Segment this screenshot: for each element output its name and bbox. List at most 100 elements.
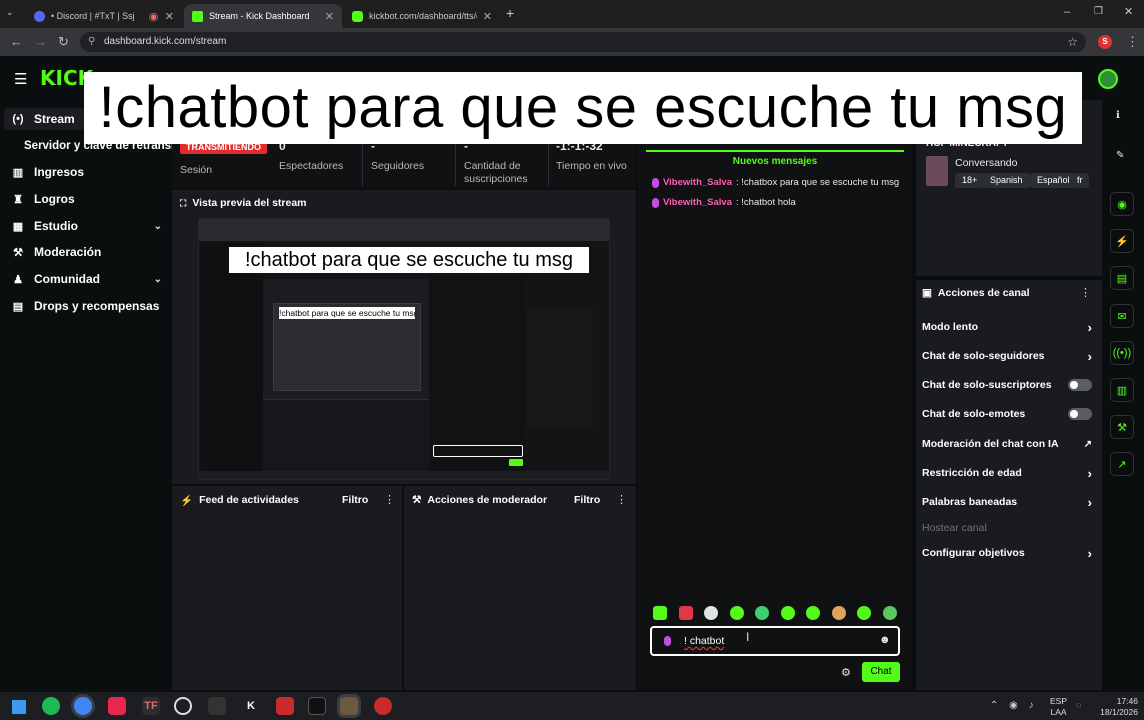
edit-pencil-icon[interactable]: ✎ [1116,150,1124,161]
clock[interactable]: 17:46 18/1/2026 [1098,696,1138,718]
preview-chat-input [433,445,523,457]
activity-more-icon[interactable]: ⋮ [384,493,395,506]
emote-icon[interactable] [883,606,897,620]
rail-flash-button[interactable]: ⚡ [1110,229,1134,253]
back-icon[interactable]: ← [10,33,23,51]
site-info-icon[interactable]: ⚲ [88,32,95,52]
chart-icon: ▥ [12,166,24,179]
tiktok-icon[interactable] [308,697,326,715]
emote-icon[interactable] [857,606,871,620]
tab-kick-dashboard[interactable]: Stream - Kick Dashboard ✕ [184,4,342,28]
action-subscribers-only[interactable]: Chat de solo-suscriptores [922,376,1092,394]
chrome-icon[interactable] [74,697,92,715]
channel-actions-more-icon[interactable]: ⋮ [1080,286,1091,299]
sidebar-item-logros[interactable]: ♜ Logros [12,189,162,209]
action-banned-words[interactable]: Palabras baneadas › [922,493,1092,511]
rail-notes-button[interactable]: ▤ [1110,266,1134,290]
close-window-icon[interactable]: ✕ [1124,5,1133,18]
sidebar-item-ingresos[interactable]: ▥ Ingresos [12,162,162,182]
forward-icon[interactable]: → [34,33,47,51]
action-age-restriction[interactable]: Restricción de edad › [922,464,1092,482]
chevron-down-icon: ⌄ [153,220,162,232]
close-tab-icon[interactable]: ✕ [483,10,492,23]
kick-app-icon[interactable]: K [242,697,260,715]
text-cursor-icon: I [746,630,750,644]
action-slow-mode[interactable]: Modo lento › [922,318,1092,336]
sidebar-item-comunidad[interactable]: ♟ Comunidad ⌄ [12,269,162,289]
emote-icon[interactable] [755,606,769,620]
chevron-right-icon: › [1087,348,1092,364]
chat-input[interactable]: ! chatbot I ☻ [650,626,900,656]
rail-camera-button[interactable]: ◉ [1110,192,1134,216]
subscribers-only-toggle[interactable] [1068,379,1092,391]
spotify-icon[interactable] [42,697,60,715]
stream-tag[interactable]: fr [1075,173,1089,188]
profile-avatar[interactable]: S [1098,35,1112,49]
emote-icon[interactable] [806,606,820,620]
action-ai-moderation[interactable]: Moderación del chat con IA ↗ [922,435,1092,453]
rail-chat-button[interactable]: ✉ [1110,304,1134,328]
action-emotes-only[interactable]: Chat de solo-emotes [922,405,1092,423]
new-tab-icon[interactable]: + [506,5,514,21]
keyboard-lang[interactable]: ESP LAA [1050,696,1067,718]
minecraft-icon[interactable] [340,697,358,715]
emote-icon[interactable] [704,606,718,620]
rail-wrench-button[interactable]: ⚒ [1110,415,1134,439]
action-followers-only[interactable]: Chat de solo-seguidores › [922,347,1092,365]
stream-tag[interactable]: 18+ [955,173,985,188]
preview-browser-bar [199,219,609,241]
sidebar-item-moderacion[interactable]: ⚒ Moderación [12,242,162,262]
mod-more-icon[interactable]: ⋮ [616,493,627,506]
kick-logo[interactable]: KICK [40,68,93,88]
emote-icon[interactable] [679,606,693,620]
info-icon[interactable]: ℹ [1116,110,1120,121]
recorder-icon[interactable] [374,697,392,715]
reload-icon[interactable]: ↻ [58,33,69,51]
hamburger-menu-icon[interactable]: ☰ [14,70,27,88]
stream-category[interactable]: Conversando [955,157,1017,169]
stream-preview-video[interactable]: !chatbot para que se escuche tu msg !cha… [198,218,610,480]
windows-start-icon[interactable] [12,700,26,714]
tab-discord[interactable]: • Discord | #TxT | Ssj ◉ ✕ [26,4,182,28]
epic-games-icon[interactable] [208,697,226,715]
rail-link-button[interactable]: ↗ [1110,452,1134,476]
studio-icon: ▦ [12,220,24,233]
obs-icon[interactable] [174,697,192,715]
network-icon[interactable]: ◌ [1076,700,1081,710]
emotes-only-toggle[interactable] [1068,408,1092,420]
emote-icon[interactable] [832,606,846,620]
rail-layout-button[interactable]: ▥ [1110,378,1134,402]
chat-send-button[interactable]: Chat [862,662,900,682]
app-icon[interactable] [276,697,294,715]
preview-sidebar [201,243,263,471]
address-bar[interactable]: ⚲ dashboard.kick.com/stream ☆ [80,32,1086,52]
tiktok-live-icon[interactable] [108,697,126,715]
tray-icons[interactable]: ⌃ ◉ ♪ [990,700,1038,711]
emoji-picker-icon[interactable]: ☻ [879,634,891,646]
maximize-window-icon[interactable]: ❐ [1094,6,1103,17]
tab-list-chevron-icon[interactable]: ⌄ [6,7,14,18]
tf-app-icon[interactable]: TF [142,697,160,715]
action-goals[interactable]: Configurar objetivos › [922,544,1092,562]
discord-favicon-icon [34,10,45,22]
mod-filter-button[interactable]: Filtro [574,494,600,506]
stream-tag[interactable]: Spanish [983,173,1030,188]
close-tab-icon[interactable]: ✕ [165,10,174,23]
tab-kickbot[interactable]: kickbot.com/dashboard/tts/co ✕ [344,4,500,28]
lightning-icon: ⚡ [180,495,194,507]
bookmark-star-icon[interactable]: ☆ [1067,32,1078,52]
rail-broadcast-button[interactable]: ((•)) [1110,341,1134,365]
minimize-window-icon[interactable]: – [1064,6,1070,18]
sidebar-item-estudio[interactable]: ▦ Estudio ⌄ [12,216,162,236]
sidebar-item-drops[interactable]: ▤ Drops y recompensas [12,296,172,316]
emote-icon[interactable] [781,606,795,620]
browser-menu-icon[interactable]: ⋮ [1126,33,1139,51]
stream-tag[interactable]: Español [1030,173,1077,188]
emote-icon[interactable] [653,606,667,620]
activity-filter-button[interactable]: Filtro [342,494,368,506]
chat-settings-icon[interactable]: ⚙ [841,666,851,679]
close-tab-icon[interactable]: ✕ [325,10,334,23]
user-avatar[interactable] [1098,69,1118,89]
emote-icon[interactable] [730,606,744,620]
followers-label: Seguidores [371,160,425,172]
